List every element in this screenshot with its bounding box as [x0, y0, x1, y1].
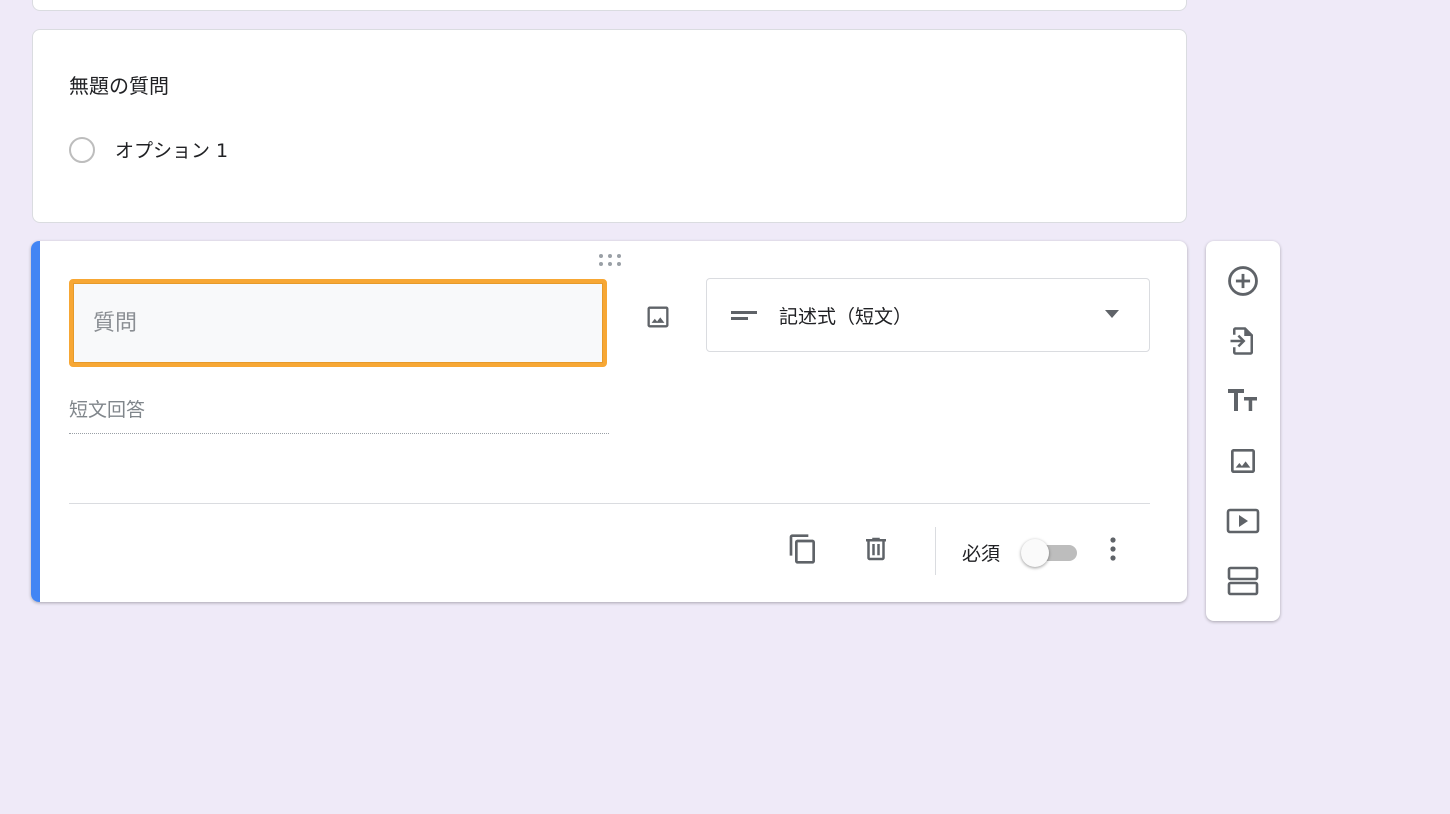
delete-button[interactable] — [856, 529, 896, 569]
question-title-field[interactable] — [69, 279, 607, 367]
dropdown-arrow-icon — [1105, 310, 1119, 318]
add-video-button[interactable] — [1223, 501, 1263, 541]
active-card-accent — [31, 241, 40, 602]
add-question-button[interactable] — [1223, 261, 1263, 301]
drag-handle-icon[interactable] — [597, 253, 623, 267]
floating-toolbar — [1206, 241, 1280, 621]
add-title-button[interactable] — [1223, 381, 1263, 421]
title-icon — [1228, 389, 1257, 411]
radio-icon[interactable] — [69, 136, 95, 163]
toggle-thumb[interactable] — [1021, 539, 1049, 567]
section-icon — [1227, 566, 1259, 596]
add-image-tool-button[interactable] — [1223, 441, 1263, 481]
add-image-button[interactable] — [638, 297, 678, 337]
option-label[interactable]: オプション 1 — [115, 136, 228, 163]
question-title[interactable]: 無題の質問 — [69, 70, 169, 99]
duplicate-button[interactable] — [783, 529, 823, 569]
card-footer-divider — [69, 503, 1150, 504]
copy-icon — [789, 534, 815, 564]
add-circle-icon — [1228, 266, 1258, 296]
question-title-input[interactable] — [73, 283, 603, 363]
add-section-button[interactable] — [1223, 561, 1263, 601]
footer-vertical-divider — [935, 527, 936, 575]
short-answer-preview: 短文回答 — [69, 395, 609, 434]
question-type-select[interactable]: 記述式（短文） — [706, 278, 1150, 352]
more-options-button[interactable] — [1103, 529, 1123, 569]
import-icon — [1230, 327, 1253, 355]
required-label: 必須 — [962, 543, 1001, 565]
question-type-label: 記述式（短文） — [779, 305, 913, 328]
more-vert-icon — [1110, 537, 1116, 561]
image-icon — [647, 306, 669, 328]
image-icon — [1231, 449, 1255, 473]
question-card-1[interactable]: 無題の質問 オプション 1 — [32, 29, 1187, 223]
import-questions-button[interactable] — [1223, 321, 1263, 361]
required-toggle[interactable] — [1021, 539, 1077, 567]
option-row[interactable]: オプション 1 — [69, 136, 228, 163]
short-text-icon — [731, 311, 757, 320]
previous-card — [32, 0, 1187, 11]
question-card-2[interactable]: 記述式（短文） 短文回答 必須 — [31, 241, 1187, 602]
video-icon — [1226, 508, 1260, 534]
trash-icon — [866, 537, 886, 561]
